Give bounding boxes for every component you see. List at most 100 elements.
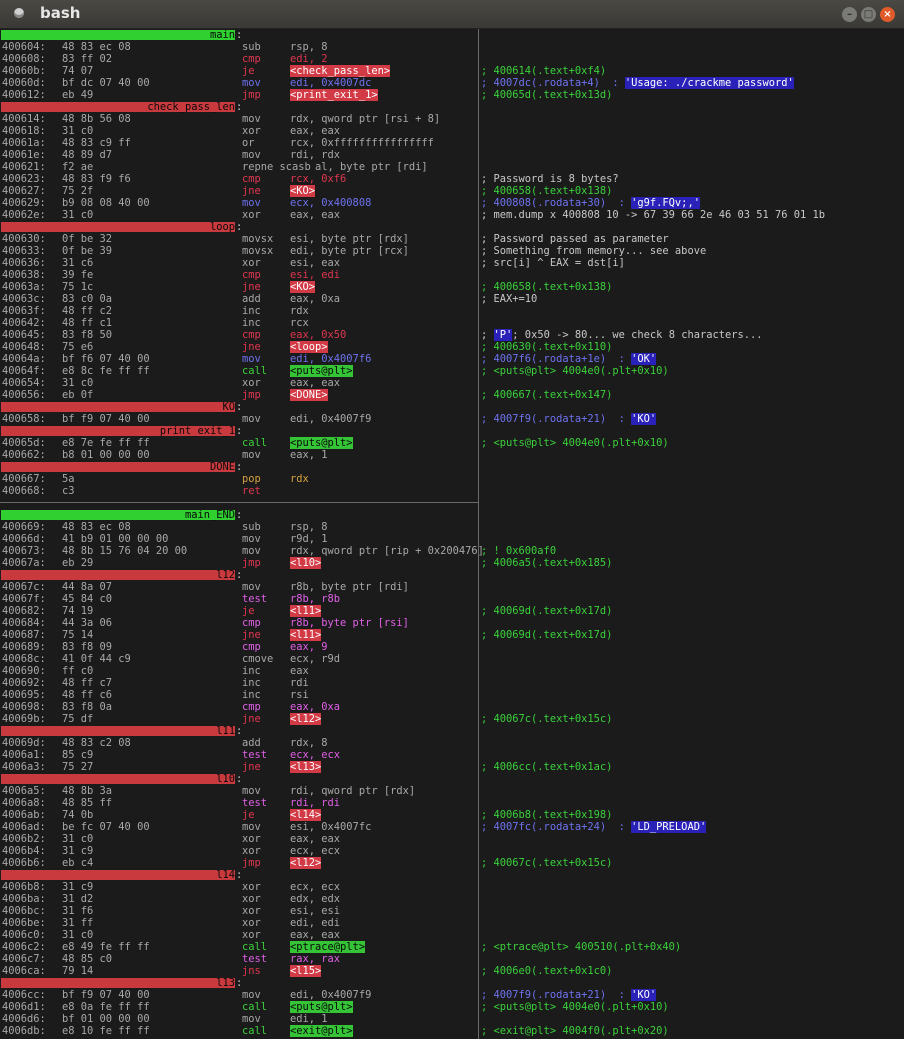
branch-target-tag[interactable]: <DONE> [290, 389, 328, 401]
branch-target-tag[interactable]: <check_pass_len> [290, 65, 391, 77]
instruction-line[interactable]: 40066d: 41 b9 01 00 00 00 mov r9d, 1 [0, 533, 904, 545]
branch-target-tag[interactable]: <l10> [290, 557, 322, 569]
instruction-line[interactable]: 400698: 83 f8 0a cmp eax, 0xa [0, 701, 904, 713]
branch-target-tag[interactable]: <exit@plt> [290, 1025, 353, 1037]
instruction-line[interactable]: 4006d1: e8 0a fe ff ff call <puts@plt> ; <pu… [0, 1001, 904, 1013]
instruction-line[interactable]: 40062e: 31 c0 xor eax, eax ; mem.dump x 4008… [0, 209, 904, 221]
branch-target-tag[interactable]: <l11> [290, 629, 322, 641]
instruction-operands: r8b, byte ptr [rsi] [290, 617, 409, 629]
instruction-line[interactable]: 4006b4: 31 c9 xor ecx, ecx [0, 845, 904, 857]
instruction-line[interactable]: 40063f: 48 ff c2 inc rdx [0, 305, 904, 317]
branch-target-tag[interactable]: <KO> [290, 281, 316, 293]
branch-target-tag[interactable]: <print_exit_1> [290, 89, 378, 101]
terminal-area[interactable]: main:400604: 48 83 ec 08 sub rsp, 8 400608: 8… [0, 29, 904, 1039]
instruction-line[interactable]: 40067f: 45 84 c0 test r8b, r8b [0, 593, 904, 605]
instruction-line[interactable]: 400667: 5a pop rdx [0, 473, 904, 485]
instruction-line[interactable]: 400630: 0f be 32 movsx esi, byte ptr [rdx];… [0, 233, 904, 245]
minimize-icon[interactable]: – [842, 7, 857, 22]
instruction-line[interactable]: 400684: 44 3a 06 cmp r8b, byte ptr [rsi] [0, 617, 904, 629]
instruction-line[interactable]: 400638: 39 fe cmp esi, edi [0, 269, 904, 281]
instruction-line[interactable]: 400695: 48 ff c6 inc rsi [0, 689, 904, 701]
branch-target-tag[interactable]: <l12> [290, 857, 322, 869]
instruction-line[interactable]: 4006b8: 31 c9 xor ecx, ecx [0, 881, 904, 893]
branch-target-tag[interactable]: <puts@plt> [290, 1001, 353, 1013]
instruction-line[interactable]: 4006cc: bf f9 07 40 00 mov edi, 0x4007f9 ; 4… [0, 989, 904, 1001]
instruction-line[interactable]: 40069b: 75 df jne <l12> ; 40067c(.text+0x15c… [0, 713, 904, 725]
instruction-operands: rsi [290, 689, 309, 701]
branch-target-tag[interactable]: <l15> [290, 965, 322, 977]
instruction-line[interactable]: 4006a3: 75 27 jne <l13> ; 4006cc(.text+0x1ac… [0, 761, 904, 773]
instruction-line[interactable]: 4006bc: 31 f6 xor esi, esi [0, 905, 904, 917]
instruction-line[interactable]: 4006c7: 48 85 c0 test rax, rax [0, 953, 904, 965]
instruction-line[interactable]: 4006ab: 74 0b je <l14> ; 4006b8(.text+0x198) [0, 809, 904, 821]
instruction-line[interactable]: 400608: 83 ff 02 cmp edi, 2 [0, 53, 904, 65]
instruction-line[interactable]: 400621: f2 ae repne scasb al, byte ptr [rd… [0, 161, 904, 173]
instruction-line[interactable]: 40065d: e8 7e fe ff ff call <puts@plt> ; <pu… [0, 437, 904, 449]
instruction-line[interactable]: 40060d: bf dc 07 40 00 mov edi, 0x4007dc ; 4… [0, 77, 904, 89]
branch-target-tag[interactable]: <puts@plt> [290, 437, 353, 449]
close-icon[interactable]: × [880, 7, 895, 22]
branch-target-tag[interactable]: <l11> [290, 605, 322, 617]
instruction-line[interactable]: 4006c2: e8 49 fe ff ff call <ptrace@plt> ; <… [0, 941, 904, 953]
instruction-line[interactable]: 4006b6: eb c4 jmp <l12> ; 40067c(.text+0x15c… [0, 857, 904, 869]
instruction-line[interactable]: 400669: 48 83 ec 08 sub rsp, 8 [0, 521, 904, 533]
instruction-line[interactable]: 40063a: 75 1c jne <KO> ; 400658(.text+0x138) [0, 281, 904, 293]
instruction-line[interactable]: 400623: 48 83 f9 f6 cmp rcx, 0xf6 ; Password… [0, 173, 904, 185]
instruction-line[interactable]: 40064a: bf f6 07 40 00 mov edi, 0x4007f6 ; 4… [0, 353, 904, 365]
instruction-line[interactable]: 400642: 48 ff c1 inc rcx [0, 317, 904, 329]
instruction-line[interactable]: 4006c0: 31 c0 xor eax, eax [0, 929, 904, 941]
instruction-line[interactable]: 400687: 75 14 jne <l11> ; 40069d(.text+0x17d… [0, 629, 904, 641]
instruction-line[interactable]: 4006ba: 31 d2 xor edx, edx [0, 893, 904, 905]
branch-target-tag[interactable]: <ptrace@plt> [290, 941, 366, 953]
instruction-line[interactable]: 400629: b9 08 08 40 00 mov ecx, 0x400808 ; 4… [0, 197, 904, 209]
instruction-line[interactable]: 4006ca: 79 14 jns <l15> ; 4006e0(.text+0x1c0… [0, 965, 904, 977]
instruction-line[interactable]: 400689: 83 f8 09 cmp eax, 9 [0, 641, 904, 653]
instruction-line[interactable]: 4006db: e8 10 fe ff ff call <exit@plt> ; <ex… [0, 1025, 904, 1037]
instruction-line[interactable]: 400604: 48 83 ec 08 sub rsp, 8 [0, 41, 904, 53]
instruction-line[interactable]: 400692: 48 ff c7 inc rdi [0, 677, 904, 689]
instruction-line[interactable]: 400618: 31 c0 xor eax, eax [0, 125, 904, 137]
branch-target-tag[interactable]: <l14> [290, 809, 322, 821]
instruction-line[interactable]: 40067a: eb 29 jmp <l10> ; 4006a5(.text+0x185… [0, 557, 904, 569]
instruction-line[interactable]: 4006ad: be fc 07 40 00 mov esi, 0x4007fc ; 4… [0, 821, 904, 833]
branch-target-tag[interactable]: <l12> [290, 713, 322, 725]
instruction-line[interactable]: 400636: 31 c6 xor esi, eax ; src[i] ^ EAX = … [0, 257, 904, 269]
instruction-line[interactable]: 40061e: 48 89 d7 mov rdi, rdx [0, 149, 904, 161]
instruction-line[interactable]: 4006a8: 48 85 ff test rdi, rdi [0, 797, 904, 809]
branch-target-tag[interactable]: <loop> [290, 341, 328, 353]
instruction-line[interactable]: 400645: 83 f8 50 cmp eax, 0x50; 'P'; 0x50 -… [0, 329, 904, 341]
instruction-line[interactable]: 40060b: 74 07 je <check_pass_len> ; 400614(.… [0, 65, 904, 77]
instruction-line[interactable]: 400673: 48 8b 15 76 04 20 00 mov rdx, qword… [0, 545, 904, 557]
instruction-line[interactable]: 4006d6: bf 01 00 00 00 mov edi, 1 [0, 1013, 904, 1025]
instruction-line[interactable]: 40061a: 48 83 c9 ff or rcx, 0xfffffffffffff… [0, 137, 904, 149]
instruction-line[interactable]: 400654: 31 c0 xor eax, eax [0, 377, 904, 389]
instruction-line[interactable]: 40068c: 41 0f 44 c9 cmove ecx, r9d [0, 653, 904, 665]
instruction-mnemonic: cmp [242, 329, 261, 341]
instruction-operands: esi, esi [290, 905, 341, 917]
instruction-line[interactable]: 400656: eb 0f jmp <DONE> ; 400667(.text+0x14… [0, 389, 904, 401]
instruction-address: 400669: [2, 521, 46, 533]
instruction-line[interactable]: 4006a1: 85 c9 test ecx, ecx [0, 749, 904, 761]
instruction-line[interactable]: 400668: c3 ret [0, 485, 904, 497]
instruction-line[interactable]: 4006a5: 48 8b 3a mov rdi, qword ptr [rdx] [0, 785, 904, 797]
instruction-line[interactable]: 40063c: 83 c0 0a add eax, 0xa ; EAX+=10 [0, 293, 904, 305]
branch-target-tag[interactable]: <KO> [290, 185, 316, 197]
instruction-line[interactable]: 40069d: 48 83 c2 08 add rdx, 8 [0, 737, 904, 749]
branch-target-tag[interactable]: <l13> [290, 761, 322, 773]
instruction-line[interactable]: 40064f: e8 8c fe ff ff call <puts@plt> ; <pu… [0, 365, 904, 377]
branch-target-tag[interactable]: <puts@plt> [290, 365, 353, 377]
instruction-line[interactable]: 400658: bf f9 07 40 00 mov edi, 0x4007f9 ; 4… [0, 413, 904, 425]
maximize-icon[interactable]: □ [861, 7, 876, 22]
instruction-line[interactable]: 400682: 74 19 je <l11> ; 40069d(.text+0x17d) [0, 605, 904, 617]
instruction-line[interactable]: 40067c: 44 8a 07 mov r8b, byte ptr [rdi] [0, 581, 904, 593]
instruction-line[interactable]: 400614: 48 8b 56 08 mov rdx, qword ptr [rsi… [0, 113, 904, 125]
instruction-line[interactable]: 400627: 75 2f jne <KO> ; 400658(.text+0x138) [0, 185, 904, 197]
instruction-line[interactable]: 4006b2: 31 c0 xor eax, eax [0, 833, 904, 845]
window-titlebar[interactable]: bash – □ × [0, 0, 904, 29]
instruction-line[interactable]: 4006be: 31 ff xor edi, edi [0, 917, 904, 929]
instruction-line[interactable]: 400648: 75 e6 jne <loop> ; 400630(.text+0x11… [0, 341, 904, 353]
instruction-line[interactable]: 400612: eb 49 jmp <print_exit_1> ; 40065d(.t… [0, 89, 904, 101]
instruction-line[interactable]: 400690: ff c0 inc eax [0, 665, 904, 677]
instruction-line[interactable]: 400633: 0f be 39 movsx edi, byte ptr [rcx];… [0, 245, 904, 257]
instruction-line[interactable]: 400662: b8 01 00 00 00 mov eax, 1 [0, 449, 904, 461]
